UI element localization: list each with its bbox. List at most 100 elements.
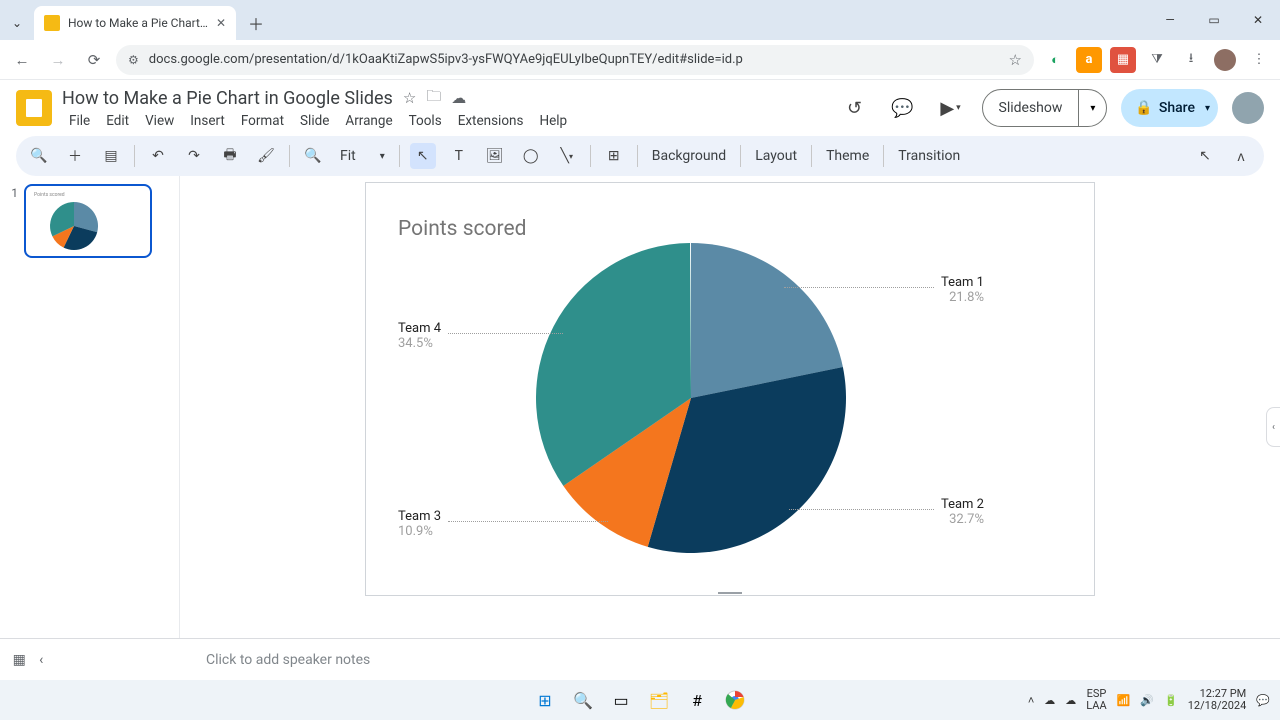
comments-icon[interactable]: 💬 [886, 91, 920, 125]
extensions-menu-icon[interactable]: ⧩ [1144, 47, 1170, 73]
thumbnail-number: 1 [8, 184, 18, 630]
menu-help[interactable]: Help [532, 111, 574, 131]
slideshow-label: Slideshow [983, 100, 1079, 116]
separator [399, 145, 400, 167]
close-icon[interactable]: ✕ [216, 16, 226, 30]
textbox-icon[interactable]: T [446, 143, 472, 169]
address-bar: ← → ⟳ ⚙ docs.google.com/presentation/d/1… [0, 40, 1280, 80]
language-indicator[interactable]: ESPLAA [1086, 688, 1106, 712]
minimize-button[interactable]: ― [1148, 0, 1192, 40]
grid-view-icon[interactable]: ▦ [13, 652, 26, 668]
new-slide-icon[interactable]: ＋ [62, 143, 88, 169]
notifications-icon[interactable]: 💬 [1256, 694, 1270, 707]
task-view-icon[interactable]: ▭ [607, 686, 635, 714]
forward-button[interactable]: → [44, 46, 72, 74]
extension-icon[interactable]: a [1076, 47, 1102, 73]
zoom-icon[interactable]: 🔍 [300, 143, 326, 169]
slide-canvas[interactable]: Points scored Team 1 21.8% Team 2 32.7% … [365, 182, 1095, 596]
bookmark-icon[interactable]: ☆ [1009, 51, 1022, 69]
extension-icon[interactable]: ◐ [1042, 47, 1068, 73]
star-icon[interactable]: ☆ [403, 89, 416, 107]
file-explorer-icon[interactable]: 🗂 [645, 686, 673, 714]
cloud-sync-icon[interactable]: ☁ [1044, 694, 1055, 707]
separator [811, 145, 812, 167]
chrome-menu-icon[interactable]: ⋮ [1246, 47, 1272, 73]
menu-extensions[interactable]: Extensions [451, 111, 531, 131]
omnibox[interactable]: ⚙ docs.google.com/presentation/d/1kOaaKt… [116, 45, 1034, 75]
share-dropdown[interactable]: ▾ [1205, 103, 1210, 114]
menu-view[interactable]: View [138, 111, 181, 131]
reload-button[interactable]: ⟳ [80, 46, 108, 74]
redo-icon[interactable]: ↷ [181, 143, 207, 169]
leader-line [448, 521, 608, 522]
slide-thumbnail[interactable]: Points scored [24, 184, 152, 258]
cloud-saved-icon[interactable]: ☁ [451, 89, 466, 107]
side-panel-toggle[interactable]: ‹ [1266, 407, 1280, 447]
toolbar: 🔍 ＋ ▤ ↶ ↷ 🖶 🖌 🔍 Fit▾ ↖ T 🖼 ◯ ╲▾ ⊞ Backgr… [16, 136, 1264, 176]
notes-resize-handle[interactable] [718, 592, 742, 596]
tray-chevron-icon[interactable]: ˄ [1028, 694, 1034, 707]
background-button[interactable]: Background [648, 148, 730, 164]
menu-insert[interactable]: Insert [183, 111, 232, 131]
profile-avatar-icon[interactable] [1212, 47, 1238, 73]
chrome-icon[interactable] [721, 686, 749, 714]
hide-menus-icon[interactable]: ʌ [1228, 143, 1254, 169]
theme-button[interactable]: Theme [822, 148, 873, 164]
layout-button[interactable]: Layout [751, 148, 801, 164]
pointer-mode-icon[interactable]: ↖ [1192, 143, 1218, 169]
slides-logo-icon[interactable] [16, 90, 52, 126]
meet-icon[interactable]: ▶▾ [934, 91, 968, 125]
account-avatar-icon[interactable] [1232, 92, 1264, 124]
document-title[interactable]: How to Make a Pie Chart in Google Slides [62, 88, 393, 109]
search-icon[interactable]: 🔍 [569, 686, 597, 714]
print-icon[interactable]: 🖶 [217, 143, 243, 169]
search-menus-icon[interactable]: 🔍 [26, 143, 52, 169]
volume-icon[interactable]: 🔊 [1140, 694, 1154, 707]
share-button[interactable]: 🔒 Share ▾ [1121, 89, 1218, 127]
new-slide-layout-icon[interactable]: ▤ [98, 143, 124, 169]
battery-icon[interactable]: 🔋 [1164, 694, 1178, 707]
slide-thumbnail-panel[interactable]: 1 Points scored [0, 176, 180, 638]
site-settings-icon[interactable]: ⚙ [128, 53, 139, 67]
tab-title: How to Make a Pie Chart in Go… [68, 16, 208, 30]
browser-tabstrip: ⌄ How to Make a Pie Chart in Go… ✕ ＋ ― ▭… [0, 0, 1280, 40]
undo-icon[interactable]: ↶ [145, 143, 171, 169]
menu-bar: File Edit View Insert Format Slide Arran… [62, 111, 574, 131]
slideshow-button[interactable]: Slideshow ▾ [982, 89, 1108, 127]
back-button[interactable]: ← [8, 46, 36, 74]
slide-canvas-area[interactable]: Points scored Team 1 21.8% Team 2 32.7% … [180, 176, 1280, 638]
maximize-button[interactable]: ▭ [1192, 0, 1236, 40]
speaker-notes-input[interactable]: Click to add speaker notes [206, 652, 370, 668]
menu-arrange[interactable]: Arrange [338, 111, 399, 131]
system-tray[interactable]: ˄ ☁ ☁ ESPLAA 📶 🔊 🔋 12:27 PM12/18/2024 💬 [1028, 688, 1270, 712]
menu-tools[interactable]: Tools [402, 111, 449, 131]
slideshow-dropdown[interactable]: ▾ [1078, 90, 1106, 126]
move-icon[interactable]: 🗀 [426, 86, 441, 111]
clock[interactable]: 12:27 PM12/18/2024 [1188, 688, 1247, 712]
downloads-icon[interactable]: ⭳ [1178, 47, 1204, 73]
menu-file[interactable]: File [62, 111, 97, 131]
menu-format[interactable]: Format [234, 111, 291, 131]
onedrive-icon[interactable]: ☁ [1065, 694, 1076, 707]
extension-icon[interactable]: ▦ [1110, 47, 1136, 73]
close-window-button[interactable]: ✕ [1236, 0, 1280, 40]
menu-edit[interactable]: Edit [99, 111, 136, 131]
transition-button[interactable]: Transition [894, 148, 964, 164]
select-tool-icon[interactable]: ↖ [410, 143, 436, 169]
collapse-filmstrip-icon[interactable]: ‹ [39, 652, 43, 668]
paint-format-icon[interactable]: 🖌 [253, 143, 279, 169]
image-icon[interactable]: 🖼 [482, 143, 508, 169]
wifi-icon[interactable]: 📶 [1117, 694, 1131, 707]
shape-icon[interactable]: ◯ [518, 143, 544, 169]
zoom-dropdown[interactable]: Fit▾ [336, 148, 389, 164]
comment-icon[interactable]: ⊞ [601, 143, 627, 169]
browser-tab[interactable]: How to Make a Pie Chart in Go… ✕ [34, 6, 236, 40]
line-icon[interactable]: ╲▾ [554, 143, 580, 169]
taskbar-center: ⊞ 🔍 ▭ 🗂 # [531, 686, 749, 714]
slack-icon[interactable]: # [683, 686, 711, 714]
new-tab-button[interactable]: ＋ [242, 9, 270, 37]
start-button[interactable]: ⊞ [531, 686, 559, 714]
menu-slide[interactable]: Slide [293, 111, 336, 131]
tabs-dropdown[interactable]: ⌄ [0, 6, 34, 40]
history-icon[interactable]: ↺ [838, 91, 872, 125]
